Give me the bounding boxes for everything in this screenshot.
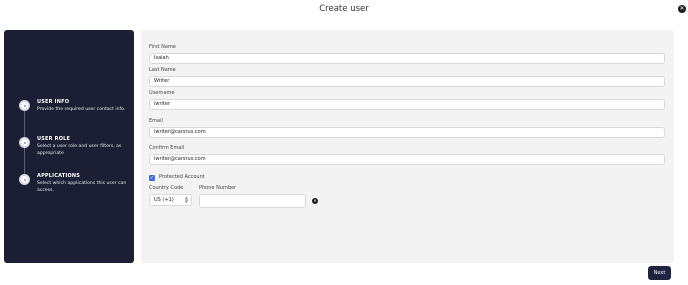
username-field[interactable]: iwriter [149, 99, 665, 110]
username-label: Username [149, 90, 175, 96]
step-indicator-icon [19, 174, 30, 185]
country-code-label: Country Code [149, 185, 184, 191]
dialog-title: Create user [319, 4, 369, 14]
first-name-field[interactable]: Isaiah [149, 53, 665, 64]
close-icon[interactable]: ✕ [678, 5, 686, 13]
user-info-form: First Name Isaiah Last Name Writer Usern… [141, 30, 674, 263]
protected-account-label: Protected Account [159, 174, 205, 180]
step-indicator-icon [19, 137, 30, 148]
country-code-select[interactable]: US (+1) ▲ ▼ [149, 194, 192, 206]
select-arrows-icon: ▲ ▼ [184, 195, 188, 204]
last-name-field[interactable]: Writer [149, 76, 665, 87]
confirm-email-field[interactable]: iwriter@carsrus.com [149, 154, 665, 165]
protected-account-checkbox[interactable]: ✓ [149, 175, 155, 181]
email-label: Email [149, 118, 163, 124]
next-button[interactable]: Next [648, 266, 671, 280]
steps-sidebar: USER INFO Provide the required user cont… [4, 30, 134, 263]
confirm-email-label: Confirm Email [149, 145, 185, 151]
phone-number-field[interactable] [199, 194, 306, 208]
clear-phone-icon[interactable]: ✕ [312, 198, 318, 204]
step-description: Select a user role and user filters, as … [37, 144, 122, 156]
step-description: Provide the required user contact info. [37, 107, 126, 112]
country-code-value: US (+1) [154, 197, 174, 203]
phone-number-label: Phone Number [199, 185, 237, 191]
last-name-label: Last Name [149, 67, 176, 73]
step-description: Select which applications this user can … [37, 181, 127, 193]
first-name-label: First Name [149, 44, 176, 50]
email-field[interactable]: iwriter@carsrus.com [149, 127, 665, 138]
step-title: APPLICATIONS [37, 173, 81, 179]
step-indicator-icon [19, 100, 30, 111]
step-title: USER ROLE [37, 136, 71, 142]
step-title: USER INFO [37, 99, 70, 105]
